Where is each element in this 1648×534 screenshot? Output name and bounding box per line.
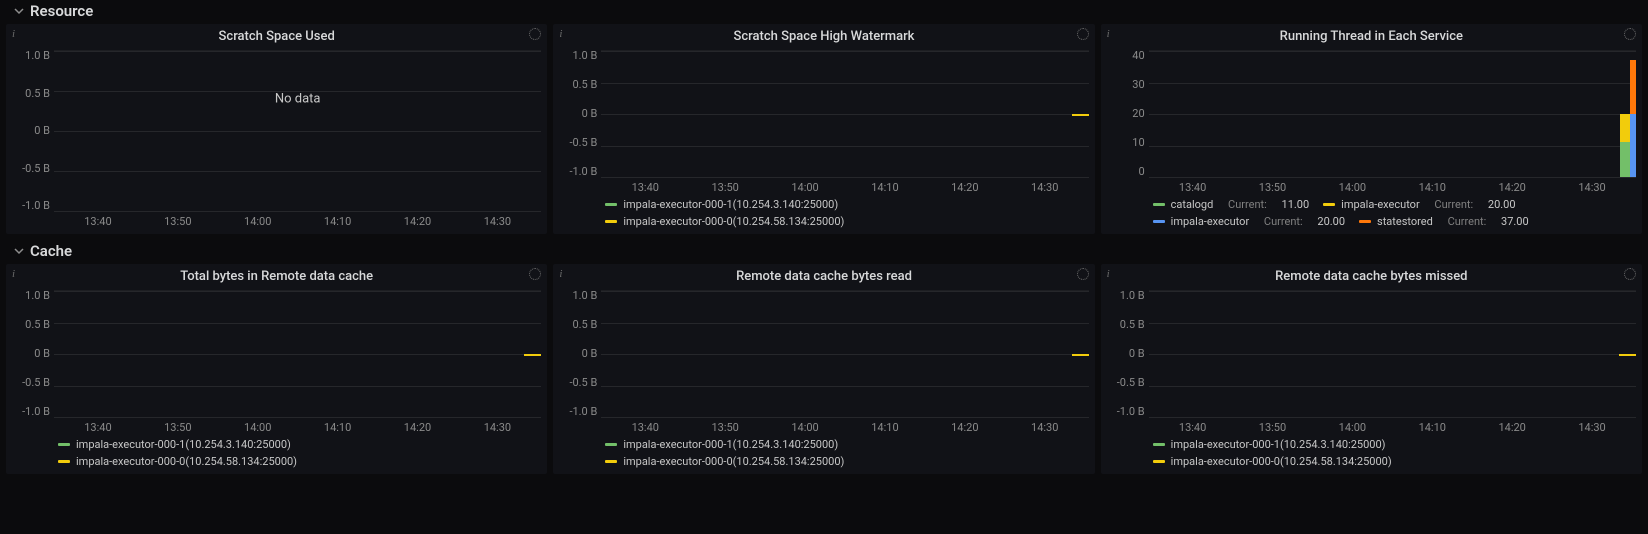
info-icon[interactable]: i [12, 28, 15, 40]
row-header-cache[interactable]: Cache [0, 240, 1648, 264]
legend-item[interactable]: impala-executor-000-1(10.254.3.140:25000… [58, 438, 291, 451]
legend-item[interactable]: impala-executor-000-1(10.254.3.140:25000… [605, 438, 838, 451]
legend-item[interactable]: impala-executor-000-0(10.254.58.134:2500… [605, 215, 844, 228]
y-axis: 1.0 B0.5 B0 B-0.5 B-1.0 B [12, 290, 54, 417]
legend-item[interactable]: impala-executor-000-1(10.254.3.140:25000… [1153, 438, 1386, 451]
row-header-label: Cache [30, 242, 72, 260]
chevron-down-icon [14, 246, 24, 256]
legend-swatch-icon [1153, 203, 1165, 206]
y-axis: 403020100 [1107, 50, 1149, 177]
chevron-down-icon [14, 6, 24, 16]
nodata-label: No data [275, 92, 321, 107]
loading-icon [1077, 28, 1089, 40]
loading-icon [1624, 28, 1636, 40]
plot-area[interactable] [54, 290, 541, 417]
plot-area[interactable] [1149, 50, 1636, 177]
legend: impala-executor-000-1(10.254.3.140:25000… [559, 434, 1088, 468]
legend-item[interactable]: impala-executor Current: 20.00 [1153, 215, 1345, 228]
panel-scratch-space-used[interactable]: i Scratch Space Used 1.0 B0.5 B0 B-0.5 B… [6, 24, 547, 234]
legend-swatch-icon [605, 460, 617, 463]
panel-scratch-space-high-watermark[interactable]: i Scratch Space High Watermark 1.0 B0.5 … [553, 24, 1094, 234]
y-axis: 1.0 B0.5 B0 B-0.5 B-1.0 B [12, 50, 54, 211]
panel-title: Scratch Space Used [12, 28, 541, 50]
panel-remote-data-cache-bytes-read[interactable]: i Remote data cache bytes read 1.0 B0.5 … [553, 264, 1094, 474]
legend: impala-executor-000-1(10.254.3.140:25000… [12, 434, 541, 468]
legend: catalogd Current: 11.00 impala-executor … [1107, 194, 1636, 228]
panel-title: Remote data cache bytes read [559, 268, 1088, 290]
x-axis: 13:4013:5014:0014:1014:2014:30 [1107, 417, 1636, 434]
panel-title: Total bytes in Remote data cache [12, 268, 541, 290]
legend-swatch-icon [1153, 220, 1165, 223]
legend: impala-executor-000-1(10.254.3.140:25000… [1107, 434, 1636, 468]
legend: impala-executor-000-1(10.254.3.140:25000… [559, 194, 1088, 228]
info-icon[interactable]: i [559, 268, 562, 280]
row-header-label: Resource [30, 2, 93, 20]
panel-running-thread-each-service[interactable]: i Running Thread in Each Service 4030201… [1101, 24, 1642, 234]
legend-swatch-icon [1153, 460, 1165, 463]
legend-item[interactable]: impala-executor-000-1(10.254.3.140:25000… [605, 198, 838, 211]
y-axis: 1.0 B0.5 B0 B-0.5 B-1.0 B [1107, 290, 1149, 417]
panel-title: Scratch Space High Watermark [559, 28, 1088, 50]
legend-swatch-icon [58, 443, 70, 446]
y-axis: 1.0 B0.5 B0 B-0.5 B-1.0 B [559, 290, 601, 417]
legend-item[interactable]: catalogd Current: 11.00 [1153, 198, 1310, 211]
panel-title: Running Thread in Each Service [1107, 28, 1636, 50]
loading-icon [1624, 268, 1636, 280]
info-icon[interactable]: i [559, 28, 562, 40]
legend-swatch-icon [58, 460, 70, 463]
plot-area[interactable]: No data [54, 50, 541, 211]
x-axis: 13:4013:5014:0014:1014:2014:30 [12, 417, 541, 434]
info-icon[interactable]: i [12, 268, 15, 280]
legend-item[interactable]: impala-executor-000-0(10.254.58.134:2500… [58, 455, 297, 468]
x-axis: 13:4013:5014:0014:1014:2014:30 [1107, 177, 1636, 194]
plot-area[interactable] [1149, 290, 1636, 417]
legend-swatch-icon [1153, 443, 1165, 446]
panel-total-bytes-remote-data-cache[interactable]: i Total bytes in Remote data cache 1.0 B… [6, 264, 547, 474]
x-axis: 13:4013:5014:0014:1014:2014:30 [559, 417, 1088, 434]
legend-swatch-icon [605, 220, 617, 223]
panel-title: Remote data cache bytes missed [1107, 268, 1636, 290]
legend-item[interactable]: statestored Current: 37.00 [1359, 215, 1529, 228]
legend-item[interactable]: impala-executor-000-0(10.254.58.134:2500… [605, 455, 844, 468]
plot-area[interactable] [601, 50, 1088, 177]
legend-swatch-icon [1323, 203, 1335, 206]
loading-icon [1077, 268, 1089, 280]
x-axis: 13:4013:5014:0014:1014:2014:30 [559, 177, 1088, 194]
legend-item[interactable]: impala-executor Current: 20.00 [1323, 198, 1515, 211]
panel-remote-data-cache-bytes-missed[interactable]: i Remote data cache bytes missed 1.0 B0.… [1101, 264, 1642, 474]
legend-swatch-icon [605, 443, 617, 446]
legend-item[interactable]: impala-executor-000-0(10.254.58.134:2500… [1153, 455, 1392, 468]
legend-swatch-icon [605, 203, 617, 206]
y-axis: 1.0 B0.5 B0 B-0.5 B-1.0 B [559, 50, 601, 177]
row-header-resource[interactable]: Resource [0, 0, 1648, 24]
info-icon[interactable]: i [1107, 268, 1110, 280]
info-icon[interactable]: i [1107, 28, 1110, 40]
plot-area[interactable] [601, 290, 1088, 417]
x-axis: 13:4013:5014:0014:1014:2014:30 [12, 211, 541, 228]
legend-swatch-icon [1359, 220, 1371, 223]
